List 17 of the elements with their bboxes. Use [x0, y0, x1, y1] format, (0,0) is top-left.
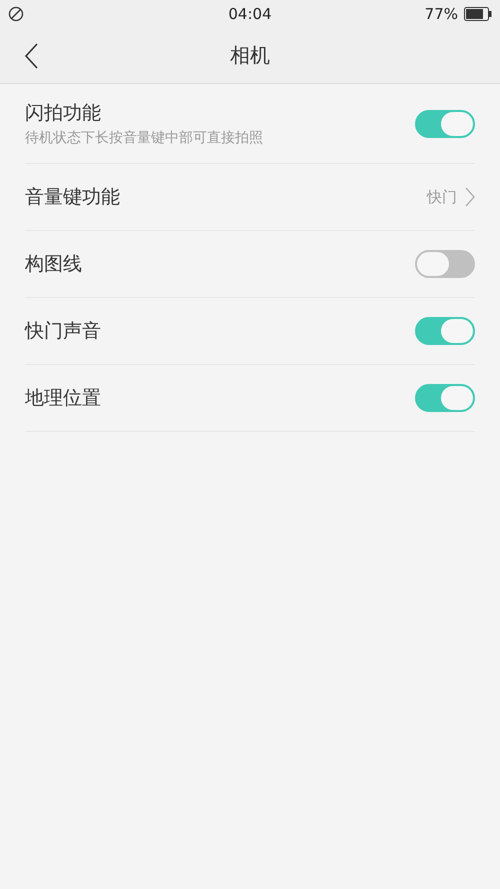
- setting-value-link[interactable]: 快门: [427, 187, 475, 207]
- status-time: 04:04: [228, 5, 272, 23]
- toggle-switch[interactable]: [415, 317, 475, 345]
- do-not-disturb-icon: [8, 6, 24, 22]
- chevron-right-icon: [465, 187, 475, 207]
- toggle-switch[interactable]: [415, 110, 475, 138]
- battery-icon: [464, 7, 492, 21]
- setting-label: 音量键功能: [25, 185, 120, 210]
- setting-label: 闪拍功能: [25, 101, 102, 126]
- setting-label: 构图线: [25, 252, 82, 277]
- battery-percentage: 77%: [424, 5, 458, 23]
- page-title: 相机: [230, 42, 270, 69]
- setting-label: 快门声音: [25, 319, 101, 344]
- setting-description: 待机状态下长按音量键中部可直接拍照: [25, 129, 263, 147]
- toggle-switch[interactable]: [415, 250, 475, 278]
- toggle-switch[interactable]: [415, 384, 475, 412]
- setting-label: 地理位置: [25, 386, 101, 411]
